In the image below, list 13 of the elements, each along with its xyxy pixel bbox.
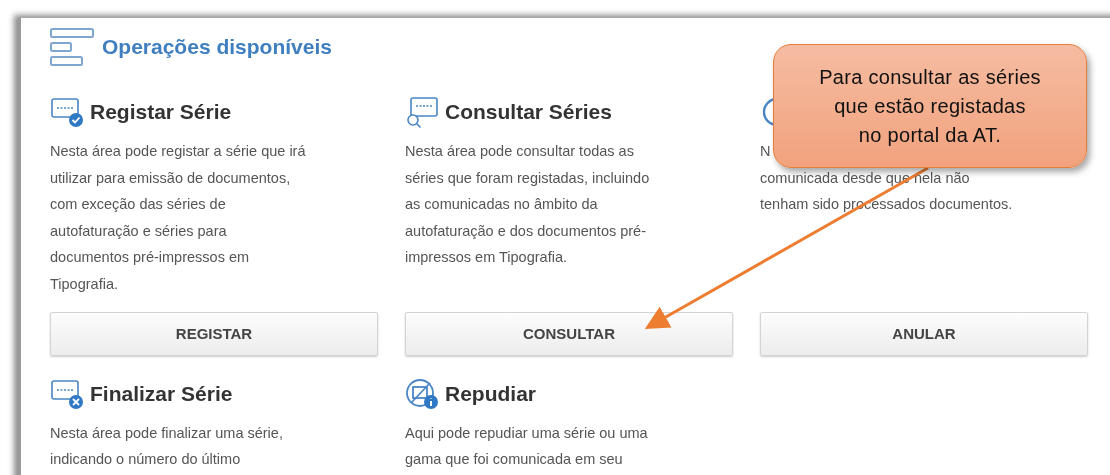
- operation-description: Nesta área pode registar a série que irá utilizar para emissão de documentos, com exceção das séries de autofaturação e séries para documentos pré-impressos em Tipografia.: [50, 142, 307, 294]
- operation-title: Consultar Séries: [445, 100, 612, 124]
- action-button[interactable]: CONSULTAR: [405, 311, 733, 356]
- operation-title: Finalizar Série: [90, 381, 233, 406]
- section-title: Operações disponíveis: [102, 35, 332, 59]
- operation-description: Aqui pode repudiar uma série ou uma gama que foi comunicada em seu: [405, 423, 649, 470]
- operation-title: Registar Série: [90, 100, 232, 124]
- operation-title: Repudiar: [445, 381, 536, 406]
- operation-description: Nesta área pode consultar todas as séries que foram registadas, incluindo as comunicadas no âmbito da autofaturação e dos documentos pré- impressos em Tipografia.: [405, 142, 651, 268]
- action-button[interactable]: ANULAR: [760, 311, 1088, 356]
- callout-note: Para consultar as séries que estão registadas no portal da AT.: [773, 44, 1087, 168]
- operation-description: Nesta área pode finalizar uma série, indicando o número do último: [50, 423, 284, 470]
- action-button[interactable]: REGISTAR: [50, 311, 378, 356]
